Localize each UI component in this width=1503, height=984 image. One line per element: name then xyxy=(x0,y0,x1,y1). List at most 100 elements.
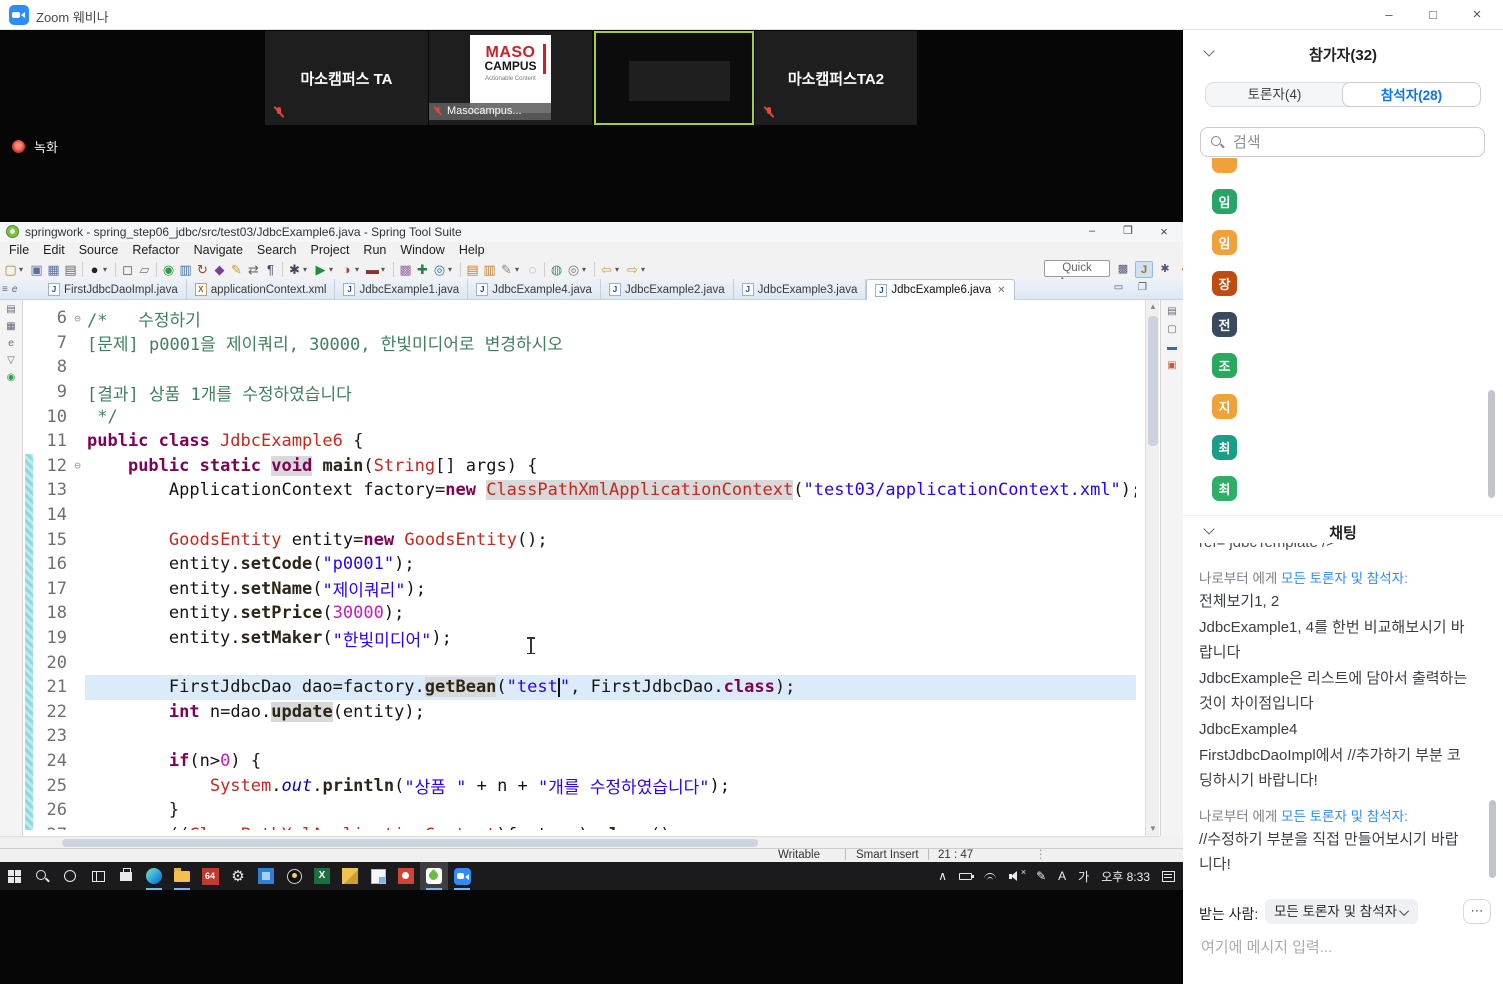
chat-recipient-link[interactable]: 모든 토론자 및 참석자: xyxy=(1281,571,1408,586)
new-wizard-icon[interactable]: ▢ xyxy=(2,260,19,279)
code-line[interactable]: 16 entity. setCode("p0001"); xyxy=(34,552,1136,577)
code-line[interactable]: 26 } xyxy=(34,798,1136,823)
debug-icon[interactable]: ✱ xyxy=(286,260,303,279)
action-center-icon[interactable] xyxy=(1162,870,1175,882)
code-line[interactable]: 18 entity. setPrice(30000); xyxy=(34,601,1136,626)
dropdown-caret-icon[interactable]: ▾ xyxy=(329,260,338,279)
open-console-icon[interactable]: ▥ xyxy=(481,260,498,279)
zoom-app-taskbar-button[interactable] xyxy=(448,862,476,890)
task-list-view-icon[interactable]: ▣ xyxy=(1167,360,1176,371)
dropdown-caret-icon[interactable]: ▾ xyxy=(381,260,390,279)
window-maximize-button[interactable]: □ xyxy=(1411,0,1455,30)
scroll-up-arrow[interactable]: ▲ xyxy=(1146,300,1160,314)
clock[interactable]: 오후 8:33 xyxy=(1101,868,1150,885)
window-close-button[interactable]: × xyxy=(1455,0,1499,30)
participants-scroll-thumb[interactable] xyxy=(1488,390,1495,498)
store-taskbar-button[interactable] xyxy=(112,862,140,890)
code-line[interactable]: 9 [결과] 상품 1개를 수정하였습니다 xyxy=(34,380,1136,404)
editor-vertical-scrollbar[interactable]: ▲ ▼ xyxy=(1145,300,1159,836)
video-tile-ta2[interactable]: 마소캠퍼스TA2 xyxy=(755,31,917,125)
editor-tab-jdbcexample2.java[interactable]: J JdbcExample2.java xyxy=(601,279,734,300)
chat-more-button[interactable]: ⋯ xyxy=(1463,899,1491,924)
user-profile-icon[interactable]: ● xyxy=(86,260,103,279)
debug-perspective-icon[interactable]: ✱ xyxy=(1156,261,1174,278)
editor-tab-jdbcexample6.java[interactable]: J JdbcExample6.java ✕ xyxy=(866,279,1015,300)
open-window-icon[interactable]: ◻ xyxy=(119,260,136,279)
console-icon[interactable]: ▤ xyxy=(464,260,481,279)
video-app-taskbar-button[interactable] xyxy=(252,862,280,890)
code-line[interactable]: 11 public class JdbcExample6 { xyxy=(34,429,1136,454)
type-hierarchy-icon[interactable]: ▽ xyxy=(7,355,15,366)
dropdown-caret-icon[interactable]: ▾ xyxy=(641,260,650,279)
chat-message-input[interactable] xyxy=(1199,935,1484,959)
menu-source[interactable]: Source xyxy=(72,242,126,259)
code-line[interactable]: 12 ⊖ public static void main(String[] arg… xyxy=(34,454,1136,479)
link-editor-icon[interactable]: ⇄ xyxy=(245,260,262,279)
code-line[interactable]: 15 GoodsEntity entity= new GoodsEntity (); xyxy=(34,527,1136,552)
show-whitespace-icon[interactable]: ¶ xyxy=(262,260,279,279)
participant-avatar[interactable]: 최 xyxy=(1212,476,1237,501)
quick-access-button[interactable]: Quick Access xyxy=(1044,260,1110,289)
external-browser-icon[interactable]: ◍ xyxy=(548,260,565,279)
wifi-icon[interactable] xyxy=(984,871,997,881)
file-explorer-taskbar-button[interactable] xyxy=(168,862,196,890)
menu-search[interactable]: Search xyxy=(250,242,304,259)
dropdown-caret-icon[interactable]: ▾ xyxy=(615,260,624,279)
chat-scrollbar[interactable] xyxy=(1489,543,1496,903)
code-line[interactable]: 8 xyxy=(34,355,1136,380)
code-line[interactable]: 20 xyxy=(34,650,1136,675)
chevron-up-icon[interactable]: ∧ xyxy=(938,869,947,883)
eclipse-maximize-button[interactable]: ❐ xyxy=(1111,222,1145,241)
code-line[interactable]: 23 xyxy=(34,724,1136,749)
code-line[interactable]: 19 entity. setMaker("한빛미디어"); xyxy=(34,626,1136,650)
dropdown-caret-icon[interactable]: ▾ xyxy=(19,260,28,279)
participant-avatar[interactable]: 장 xyxy=(1212,271,1237,296)
outline-view-icon[interactable]: ▢ xyxy=(1167,324,1176,335)
fold-marker[interactable]: ⊖ xyxy=(70,312,85,325)
code-line[interactable]: 27 ((ClassPathXmlApplicationContext)fact… xyxy=(34,822,1136,830)
code-line[interactable]: 24 if (n> 0) { xyxy=(34,749,1136,774)
settings-taskbar-button[interactable]: ⚙ xyxy=(224,862,252,890)
editor-tab-applicationcontext.xml[interactable]: XapplicationContext.xml xyxy=(187,279,336,300)
participant-avatar[interactable] xyxy=(1212,158,1237,173)
participant-avatar[interactable]: 조 xyxy=(1212,353,1237,378)
participant-avatar[interactable]: 임 xyxy=(1212,230,1237,255)
notes-app-taskbar-button[interactable] xyxy=(364,862,392,890)
finance-app-taskbar-button[interactable] xyxy=(336,862,364,890)
restore-right-panel-icon[interactable]: ▤ xyxy=(1167,306,1176,317)
horizontal-scroll-thumb[interactable] xyxy=(62,839,758,847)
dropdown-caret-icon[interactable]: ▾ xyxy=(103,260,112,279)
open-perspective-icon[interactable]: ▩ xyxy=(1114,261,1132,278)
menu-file[interactable]: File xyxy=(2,242,36,259)
dropdown-caret-icon[interactable]: ▾ xyxy=(515,260,524,279)
code-line[interactable]: 13 ApplicationContext factory= new ClassP… xyxy=(34,478,1136,503)
scroll-down-arrow[interactable]: ▼ xyxy=(1146,822,1160,836)
recipient-dropdown[interactable]: 모든 토론자 및 참석자 xyxy=(1265,899,1419,924)
volume-muted-icon[interactable]: × xyxy=(1009,867,1026,882)
participants-scrollbar[interactable] xyxy=(1488,160,1495,545)
save-all-icon[interactable]: ▦ xyxy=(45,260,62,279)
code-line[interactable]: 25 System. out. println("상품 " + n + "개를 수정… xyxy=(34,773,1136,798)
spring-tool-suite-taskbar-button[interactable] xyxy=(420,862,448,890)
spring-start-icon[interactable]: ◉ xyxy=(160,260,177,279)
editor-list-icon[interactable]: ≡ xyxy=(2,284,8,295)
chat-recipient-link[interactable]: 모든 토론자 및 참석자: xyxy=(1281,809,1408,824)
code-line[interactable]: 21 FirstJdbcDao dao=factory. getBean("tes… xyxy=(34,674,1136,700)
chat-scroll-thumb[interactable] xyxy=(1489,800,1496,878)
app-64-taskbar-button[interactable]: 64 xyxy=(196,862,224,890)
participant-avatar[interactable]: 임 xyxy=(1212,189,1237,214)
spring-explorer-icon[interactable]: ◉ xyxy=(7,372,16,383)
code-line[interactable]: 10 */ xyxy=(34,404,1136,429)
window-minimize-button[interactable]: – xyxy=(1367,0,1411,30)
ant-build-icon[interactable]: ✚ xyxy=(414,260,431,279)
ime-english-icon[interactable]: A xyxy=(1058,869,1066,883)
code-line[interactable]: 17 entity. setName("제이쿼리"); xyxy=(34,577,1136,601)
package-explorer-icon[interactable]: ▦ xyxy=(6,321,15,332)
tab-attendees[interactable]: 참석자(28) xyxy=(1342,82,1481,107)
save-icon[interactable]: ▣ xyxy=(28,260,45,279)
menu-navigate[interactable]: Navigate xyxy=(187,242,250,259)
annotations-icon[interactable]: ◌ xyxy=(524,260,541,279)
restore-left-panel-icon[interactable]: ▤ xyxy=(6,304,15,315)
editor-minimize-maximize-icons[interactable]: ▭ ❐ xyxy=(1114,282,1153,293)
mark-occurrences-icon[interactable]: ✎ xyxy=(228,260,245,279)
